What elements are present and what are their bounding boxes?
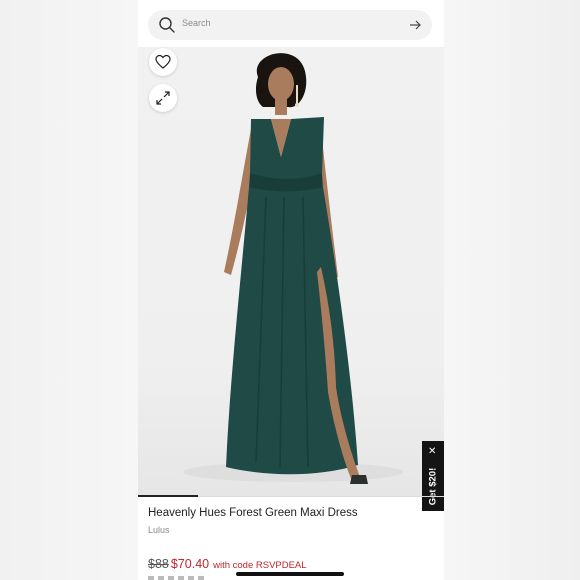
favorite-button[interactable] xyxy=(149,48,177,76)
promo-label: Get $20! xyxy=(427,467,439,506)
product-screen: Search ✕ Get $20! Heavenly Hues Forest G… xyxy=(138,0,444,580)
price-row: $88 $70.40 with code RSVPDEAL xyxy=(148,555,307,573)
promo-code-text: with code RSVPDEAL xyxy=(213,560,307,571)
arrow-right-icon[interactable] xyxy=(408,18,422,32)
background-right xyxy=(444,0,580,580)
original-price: $88 xyxy=(148,557,169,571)
close-icon[interactable]: ✕ xyxy=(428,447,436,457)
gallery-indicator-active xyxy=(138,495,198,497)
expand-image-button[interactable] xyxy=(149,84,177,112)
dress-model-illustration xyxy=(183,53,403,484)
product-title: Heavenly Hues Forest Green Maxi Dress xyxy=(148,507,358,519)
product-brand[interactable]: Lulus xyxy=(148,525,170,535)
get-20-promo-tab[interactable]: ✕ Get $20! xyxy=(422,441,444,511)
gallery-indicator-track xyxy=(198,496,444,497)
background-left xyxy=(0,0,138,580)
expand-icon xyxy=(156,91,170,105)
search-icon xyxy=(159,17,175,33)
product-image[interactable] xyxy=(138,47,444,497)
heart-icon xyxy=(155,54,171,69)
home-indicator xyxy=(236,572,344,576)
search-input[interactable]: Search xyxy=(182,18,211,28)
sale-price: $70.40 xyxy=(170,557,210,571)
search-bar[interactable]: Search xyxy=(148,10,432,40)
rating-stars xyxy=(148,576,208,580)
